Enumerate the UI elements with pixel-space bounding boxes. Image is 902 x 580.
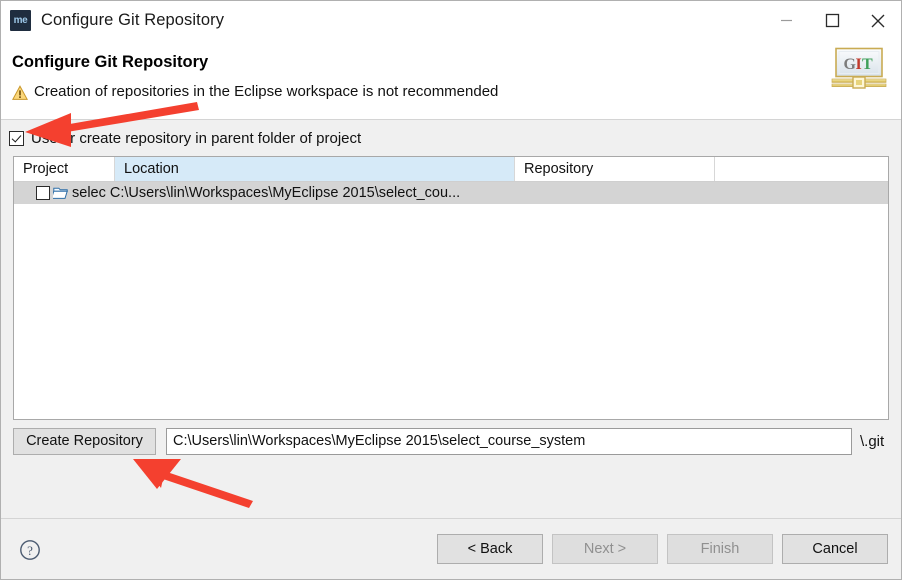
warning-message: Creation of repositories in the Eclipse … xyxy=(34,83,499,100)
cell-project: selec xyxy=(72,185,106,201)
parent-folder-checkbox[interactable] xyxy=(9,131,24,146)
finish-button: Finish xyxy=(667,534,773,564)
row-checkbox[interactable] xyxy=(36,186,50,200)
column-header-extra[interactable] xyxy=(715,157,887,181)
maximize-button[interactable] xyxy=(809,1,855,40)
create-repository-button[interactable]: Create Repository xyxy=(13,428,156,455)
window-controls xyxy=(763,1,901,40)
back-button[interactable]: < Back xyxy=(437,534,543,564)
svg-text:I: I xyxy=(856,56,862,73)
git-logo-icon: G I T xyxy=(831,47,887,89)
footer-button-group: < Back Next > Finish Cancel xyxy=(437,534,888,564)
table-row[interactable]: selec C:\Users\lin\Workspaces\MyEclipse … xyxy=(14,182,888,204)
repository-path-input[interactable]: C:\Users\lin\Workspaces\MyEclipse 2015\s… xyxy=(166,428,852,455)
warning-triangle-icon xyxy=(12,85,28,100)
myeclipse-app-icon: me xyxy=(10,10,31,31)
cell-location: C:\Users\lin\Workspaces\MyEclipse 2015\s… xyxy=(109,185,461,201)
cancel-button[interactable]: Cancel xyxy=(782,534,888,564)
svg-text:T: T xyxy=(862,56,873,73)
maximize-icon xyxy=(825,13,839,28)
minimize-button[interactable] xyxy=(763,1,809,40)
column-header-location[interactable]: Location xyxy=(115,157,515,181)
dialog-footer: ? < Back Next > Finish Cancel http://blo… xyxy=(1,519,901,579)
configure-git-repository-dialog: me Configure Git Repository Configure Gi… xyxy=(0,0,902,580)
window-title: Configure Git Repository xyxy=(41,11,225,29)
folder-icon xyxy=(53,187,68,199)
column-header-project[interactable]: Project xyxy=(14,157,115,181)
git-suffix-label: \.git xyxy=(860,433,885,450)
column-header-repository[interactable]: Repository xyxy=(515,157,715,181)
next-button: Next > xyxy=(552,534,658,564)
close-icon xyxy=(871,14,885,27)
projects-table[interactable]: Project Location Repository selec C:\Use… xyxy=(13,156,889,420)
minimize-icon xyxy=(780,19,792,22)
parent-folder-checkbox-row[interactable]: Use or create repository in parent folde… xyxy=(9,130,361,147)
create-repository-row: Create Repository C:\Users\lin\Workspace… xyxy=(13,428,884,455)
table-header-row: Project Location Repository xyxy=(14,157,888,182)
page-title: Configure Git Repository xyxy=(12,53,209,71)
parent-folder-checkbox-label: Use or create repository in parent folde… xyxy=(31,130,362,147)
dialog-body: Use or create repository in parent folde… xyxy=(1,120,901,518)
close-button[interactable] xyxy=(855,1,901,40)
help-question-icon[interactable]: ? xyxy=(19,539,41,561)
svg-text:?: ? xyxy=(27,543,33,558)
dialog-header: Configure Git Repository Creation of rep… xyxy=(1,40,901,119)
